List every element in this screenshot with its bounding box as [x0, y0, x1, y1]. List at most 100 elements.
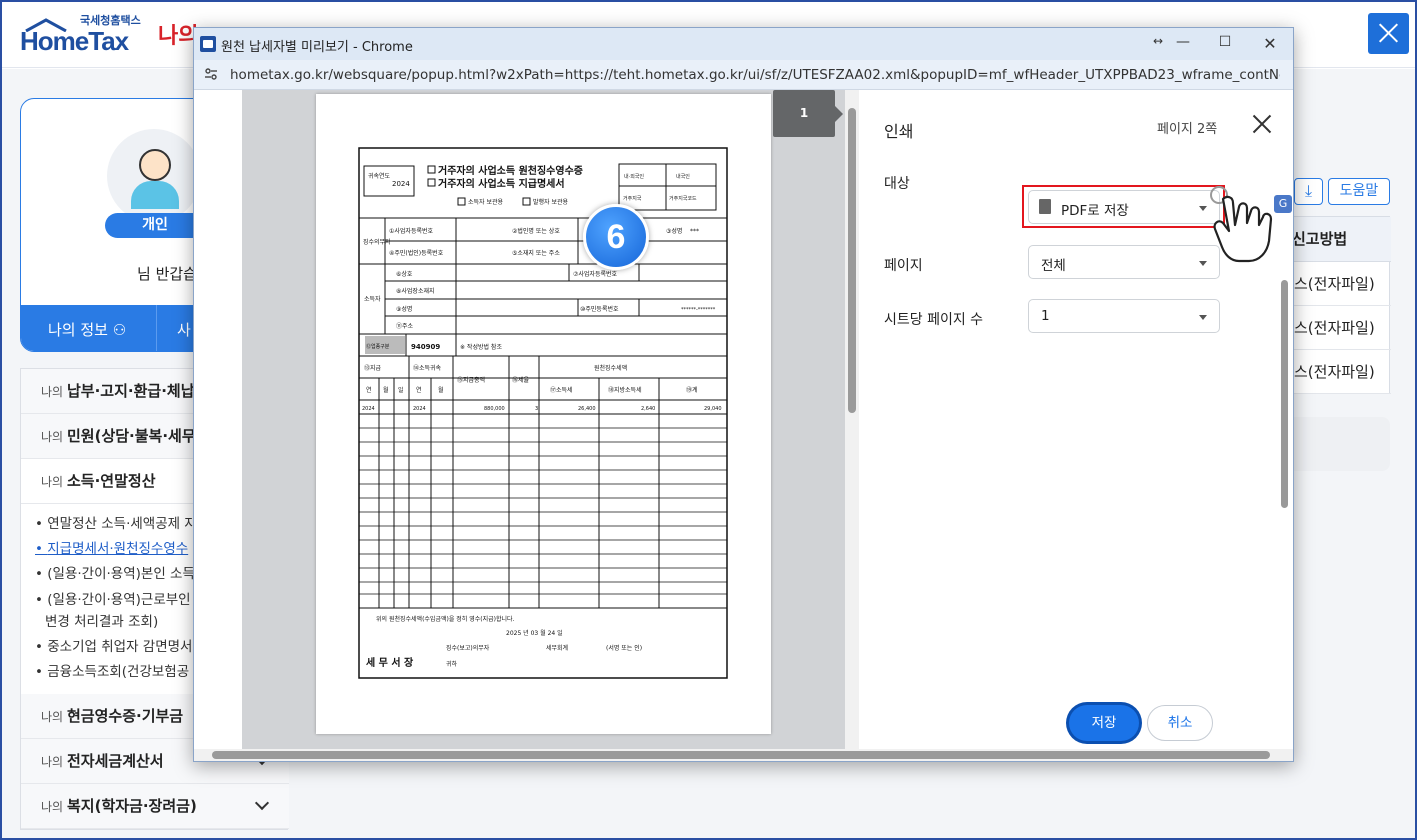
- scrollbar-thumb[interactable]: [848, 108, 856, 413]
- menu-label: 납부·고지·환급·체납: [67, 382, 195, 400]
- doc-c13: ⑬지급: [364, 364, 382, 372]
- menu-label: 복지(학자금·장려금): [67, 797, 197, 815]
- menu-prefix: 나의: [41, 430, 64, 444]
- doc-f3-value: ***: [690, 228, 699, 235]
- table-row[interactable]: 스(전자파일): [1286, 306, 1391, 350]
- print-heading: 인쇄: [884, 122, 914, 141]
- doc-year: 2024: [392, 180, 410, 188]
- doc-row-tax: 26,400: [578, 406, 596, 412]
- hometax-logo[interactable]: 국세청홈택스 HomeTax: [20, 12, 145, 56]
- download-icon: ⤓: [1304, 181, 1313, 200]
- table-row[interactable]: 스(전자파일): [1286, 350, 1391, 394]
- report-table: 신고방법 스(전자파일) 스(전자파일) 스(전자파일): [1285, 216, 1391, 394]
- preview-scrollbar[interactable]: [845, 90, 859, 749]
- doc-foot-to: 귀하: [446, 660, 458, 668]
- doc-c-year: 연: [366, 386, 372, 394]
- chevron-down-icon: [1199, 315, 1207, 320]
- doc-f5: ⑤소재지 또는 주소: [512, 249, 560, 257]
- pages-select[interactable]: 전체: [1028, 245, 1220, 279]
- pointer-hand-icon: [1210, 186, 1273, 263]
- submenu-item-active[interactable]: • 지급명세서·원천징수영수: [35, 537, 188, 557]
- menu-prefix: 나의: [41, 475, 64, 489]
- minimize-icon[interactable]: —: [1173, 34, 1193, 50]
- doc-row-year2: 2024: [413, 406, 426, 412]
- site-settings-icon[interactable]: [204, 67, 218, 81]
- submenu-item[interactable]: • 금융소득조회(건강보험공: [35, 660, 189, 680]
- doc-foot-date: 2025 년 03 월 24 일: [506, 629, 563, 637]
- close-icon[interactable]: [1252, 114, 1272, 134]
- window-titlebar[interactable]: 원천 납세자별 미리보기 - Chrome ↔ — ☐ ✕: [194, 28, 1293, 60]
- pages-per-sheet-select[interactable]: 1: [1028, 299, 1220, 333]
- doc-foot-firm: 세무회계: [546, 644, 568, 652]
- submenu-item[interactable]: • (일용·간이·용역)근로부인: [35, 588, 191, 608]
- close-icon[interactable]: [1368, 13, 1409, 54]
- submenu-item[interactable]: • 중소기업 취업자 감면명서: [35, 635, 192, 655]
- window-close-icon[interactable]: ✕: [1260, 34, 1280, 53]
- my-info-tab[interactable]: 나의 정보 ⚇: [48, 319, 126, 340]
- other-tab[interactable]: 사: [177, 319, 191, 340]
- doc-c19: ⑲계: [686, 386, 698, 394]
- doc-c-month: 월: [383, 386, 389, 394]
- resize-icon[interactable]: ↔: [1148, 34, 1168, 48]
- cancel-button[interactable]: 취소: [1147, 705, 1213, 741]
- doc-c18: ⑱지방소득세: [608, 386, 642, 394]
- doc-earner: 소득자: [364, 295, 381, 303]
- doc-nation-label: 내·외국인: [624, 173, 644, 180]
- info-box: [1285, 417, 1390, 471]
- doc-year-label: 귀속연도: [368, 172, 391, 180]
- menu-prefix: 나의: [41, 385, 64, 399]
- doc-foot-payer: 징수(보고)의무자: [446, 644, 490, 652]
- my-info-label: 나의 정보: [48, 321, 108, 339]
- submenu-item[interactable]: • (일용·간이·용역)본인 소득: [35, 562, 195, 582]
- maximize-icon[interactable]: ☐: [1215, 34, 1235, 50]
- submenu-item-cont[interactable]: 변경 처리결과 조회): [45, 610, 158, 630]
- doc-title1: 거주자의 사업소득 원천징수영수증: [438, 164, 583, 177]
- scrollbar-thumb[interactable]: [1281, 280, 1288, 508]
- doc-f12-note: ※ 작성방법 참조: [460, 343, 502, 351]
- submenu-label: 연말정산 소득·세액공제 자: [47, 516, 197, 532]
- page-count: 페이지 2쪽: [1157, 122, 1218, 137]
- doc-f3: ③성명: [666, 227, 682, 235]
- submenu-label: (일용·간이·용역)본인 소득: [47, 566, 195, 582]
- doc-f11: ⑪주소: [396, 322, 414, 330]
- pages-per-sheet-label: 시트당 페이지 수: [884, 312, 984, 328]
- address-bar[interactable]: hometax.go.kr/websquare/popup.html?w2xPa…: [194, 60, 1293, 90]
- doc-c-withhold: 원천징수세액: [594, 364, 627, 372]
- menu-label: 현금영수증·기부금: [67, 707, 184, 725]
- pdf-preview-area: 귀속연도 2024 거주자의 사업소득 원천징수영수증 거주자의 사업소득 지급…: [242, 90, 845, 749]
- chrome-popup-window: 원천 납세자별 미리보기 - Chrome ↔ — ☐ ✕ hometax.go…: [193, 27, 1294, 762]
- submenu-label: (일용·간이·용역)근로부인: [47, 592, 191, 608]
- download-button[interactable]: ⤓: [1294, 178, 1323, 205]
- table-row[interactable]: 스(전자파일): [1286, 262, 1391, 306]
- doc-c-month2: 월: [438, 386, 444, 394]
- preview-page: 귀속연도 2024 거주자의 사업소득 원천징수영수증 거주자의 사업소득 지급…: [316, 94, 771, 734]
- save-button[interactable]: 저장: [1069, 705, 1139, 741]
- submenu-item[interactable]: • 연말정산 소득·세액공제 자: [35, 512, 197, 532]
- doc-nation-value: 내국인: [676, 173, 690, 180]
- menu-item-welfare[interactable]: 나의 복지(학자금·장려금): [21, 784, 289, 829]
- avatar-body: [131, 181, 179, 209]
- submenu-label: 금융소득조회(건강보험공: [47, 664, 190, 680]
- horizontal-scrollbar[interactable]: [194, 749, 1293, 761]
- destination-label: 대상: [884, 176, 910, 192]
- scrollbar-thumb[interactable]: [212, 751, 1270, 759]
- doc-c-day: 일: [398, 386, 404, 394]
- url-text: hometax.go.kr/websquare/popup.html?w2xPa…: [230, 67, 1280, 83]
- doc-foot-office: 세 무 서 장: [366, 656, 414, 669]
- doc-resident-label: 거주지국: [623, 195, 642, 202]
- user-type-badge: 개인: [105, 213, 205, 238]
- doc-f8: ⑧사업장소재지: [396, 287, 435, 295]
- doc-row-sum: 29,040: [704, 406, 722, 412]
- doc-c14: ⑭소득귀속: [413, 364, 442, 372]
- doc-resident-code: 거주지국코드: [669, 195, 697, 202]
- doc-c-year2: 연: [416, 386, 422, 394]
- doc-payer: 징수의무자: [363, 238, 391, 246]
- doc-foot-sign: (서명 또는 인): [606, 644, 642, 652]
- help-button[interactable]: 도움말: [1328, 178, 1390, 205]
- doc-row-year: 2024: [362, 406, 375, 412]
- doc-f9: ⑨성명: [396, 305, 412, 313]
- page-thumbnail-number[interactable]: 1: [773, 90, 843, 137]
- menu-label: 소득·연말정산: [67, 472, 156, 490]
- menu-label: 민원(상담·불복·세무: [67, 427, 196, 445]
- doc-foot-statement: 위의 원천징수세액(수입금액)을 정히 영수(지급)합니다.: [376, 615, 515, 623]
